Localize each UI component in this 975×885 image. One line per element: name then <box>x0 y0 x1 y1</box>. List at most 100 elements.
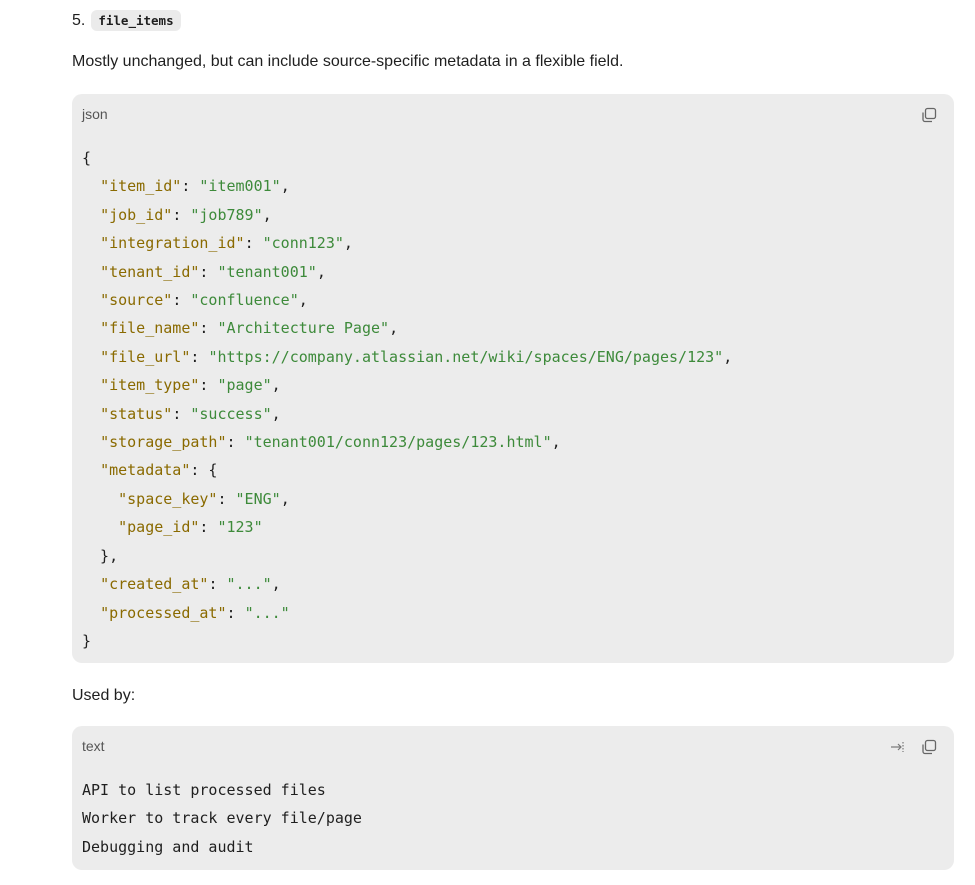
section-description: Mostly unchanged, but can include source… <box>72 53 624 70</box>
json-key: "storage_path" <box>100 433 227 452</box>
json-punct: , <box>271 404 281 423</box>
json-punct: : <box>199 319 218 338</box>
code-line: "integration_id": "conn123", <box>82 229 732 257</box>
json-string: "..." <box>226 575 272 594</box>
json-punct <box>82 234 100 252</box>
json-punct: : <box>181 177 200 196</box>
code-line: "job_id": "job789", <box>82 201 732 229</box>
code-language-label: text <box>82 738 105 754</box>
code-line: "item_type": "page", <box>82 371 732 399</box>
code-line: "file_url": "https://company.atlassian.n… <box>82 343 732 371</box>
code-line: "status": "success", <box>82 400 732 428</box>
json-punct: : <box>172 404 191 423</box>
json-punct: : { <box>190 461 218 480</box>
json-key: "item_id" <box>100 177 182 196</box>
code-line: "created_at": "...", <box>82 570 732 598</box>
json-punct <box>82 461 100 479</box>
code-line: "source": "confluence", <box>82 286 732 314</box>
json-key: "page_id" <box>118 518 200 537</box>
json-string: "success" <box>190 404 272 423</box>
json-string: "ENG" <box>235 489 281 508</box>
json-string: "item001" <box>199 177 281 196</box>
json-punct: , <box>280 489 290 508</box>
json-punct <box>82 490 118 508</box>
json-key: "job_id" <box>100 205 173 224</box>
section-heading: 5. file_items <box>72 10 181 31</box>
json-punct: , <box>316 262 326 281</box>
json-punct <box>82 177 100 195</box>
json-key: "status" <box>100 404 173 423</box>
json-string: "page" <box>217 376 272 395</box>
json-key: "integration_id" <box>100 234 245 253</box>
json-punct <box>82 376 100 394</box>
json-key: "processed_at" <box>100 603 227 622</box>
json-punct: : <box>244 234 263 253</box>
json-punct: : <box>226 603 245 622</box>
json-key: "item_type" <box>100 376 200 395</box>
json-punct: : <box>199 262 218 281</box>
code-line: "tenant_id": "tenant001", <box>82 258 732 286</box>
json-punct: : <box>199 376 218 395</box>
code-line: } <box>82 627 732 655</box>
code-line: "page_id": "123" <box>82 513 732 541</box>
code-line: "item_id": "item001", <box>82 172 732 200</box>
json-punct: : <box>190 347 209 366</box>
json-punct: : <box>172 205 191 224</box>
code-line: "file_name": "Architecture Page", <box>82 314 732 342</box>
json-punct: : <box>226 433 245 452</box>
text-code-content: API to list processed files Worker to tra… <box>82 776 362 861</box>
json-string: "tenant001/conn123/pages/123.html" <box>244 433 552 452</box>
json-punct <box>82 433 100 451</box>
text-line: API to list processed files <box>82 781 326 799</box>
text-code-block: text API to list processed files Worker t… <box>72 726 954 870</box>
json-string: "..." <box>244 603 290 622</box>
code-line: "metadata": { <box>82 456 732 484</box>
json-key: "file_url" <box>100 347 191 366</box>
section-number: 5. <box>72 11 86 29</box>
json-punct <box>82 291 100 309</box>
used-by-label: Used by: <box>72 687 136 704</box>
json-key: "tenant_id" <box>100 262 200 281</box>
json-punct: : <box>208 575 227 594</box>
json-punct <box>82 206 100 224</box>
json-punct: : <box>172 291 191 310</box>
json-punct <box>82 263 100 281</box>
json-punct: : <box>199 518 218 537</box>
json-key: "space_key" <box>118 489 218 508</box>
json-punct <box>82 575 100 593</box>
json-punct: , <box>280 177 290 196</box>
json-punct <box>82 518 118 536</box>
code-line: }, <box>82 542 732 570</box>
json-punct: } <box>82 631 92 650</box>
json-punct: , <box>723 347 733 366</box>
copy-icon[interactable] <box>920 106 938 124</box>
code-line: "storage_path": "tenant001/conn123/pages… <box>82 428 732 456</box>
section-code-title: file_items <box>91 10 181 31</box>
json-key: "source" <box>100 291 173 310</box>
json-code-block: json { "item_id": "item001", "job_id": "… <box>72 94 954 663</box>
copy-icon[interactable] <box>920 738 938 756</box>
json-punct: : <box>217 489 236 508</box>
json-punct: , <box>271 376 281 395</box>
json-punct <box>82 604 100 622</box>
json-string: "123" <box>217 518 263 537</box>
text-line: Worker to track every file/page <box>82 809 362 828</box>
wrap-icon[interactable] <box>888 738 906 756</box>
json-string: "job789" <box>190 205 263 224</box>
json-string: "confluence" <box>190 291 299 310</box>
code-line: "space_key": "ENG", <box>82 485 732 513</box>
json-string: "tenant001" <box>217 262 317 281</box>
json-punct <box>82 405 100 423</box>
code-line: { <box>82 144 732 172</box>
json-punct: { <box>82 149 92 167</box>
json-punct <box>82 319 100 337</box>
code-language-label: json <box>82 106 108 122</box>
json-punct: , <box>298 291 308 310</box>
json-punct: , <box>262 205 272 224</box>
json-key: "created_at" <box>100 575 209 594</box>
json-punct: }, <box>82 546 119 565</box>
code-line: "processed_at": "..." <box>82 599 732 627</box>
json-string: "Architecture Page" <box>217 319 390 338</box>
json-string: "conn123" <box>262 234 344 253</box>
json-punct: , <box>551 433 561 452</box>
